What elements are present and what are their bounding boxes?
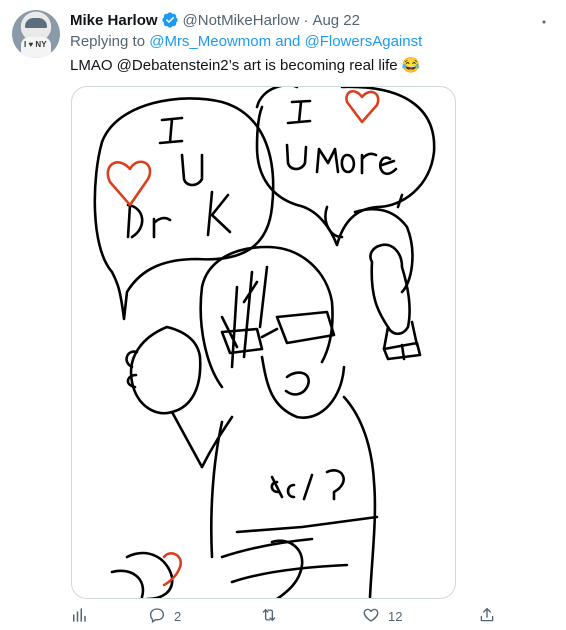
word-more [315,147,398,176]
analytics-icon [70,606,88,627]
tweet-actions: 2 12 [70,606,500,626]
face-outline [260,355,346,419]
avatar-shirt-text: I ♥ NY [24,40,47,49]
letter-r-left [152,216,172,239]
reply-icon [148,606,166,627]
retweet-button[interactable] [260,606,286,626]
left-speech-bubble [93,97,275,321]
letter-d-left [126,203,144,239]
replying-to-line: Replying to @Mrs_Meowmom and @FlowersAga… [70,33,422,50]
reply-button[interactable]: 2 [148,606,181,626]
author-name[interactable]: Mike Harlow [70,12,158,29]
author-avatar[interactable]: I ♥ NY [12,10,60,58]
analytics-button[interactable] [70,606,88,626]
heart-icon [362,606,380,627]
bottom-left-scribble [110,551,174,598]
share-icon [478,606,496,627]
tweet-text: LMAO @Debatenstein2’s art is becoming re… [70,57,421,74]
percent-mark [270,469,345,501]
tweet-header: Mike Harlow @NotMikeHarlow · Aug 22 [70,10,360,30]
heart-right [345,89,380,124]
retweet-icon [260,606,278,627]
cat-head [324,205,414,294]
tweet-date[interactable]: Aug 22 [312,12,360,29]
like-button[interactable]: 12 [362,606,402,626]
header-separator: · [303,11,309,29]
body-outline [200,395,377,598]
letter-i-left [158,116,184,145]
share-button[interactable] [478,606,496,626]
letter-u-right [285,143,308,171]
tweet-image[interactable] [71,86,456,599]
verified-badge-icon [161,11,179,29]
reply-count: 2 [174,608,182,624]
letter-i-right [286,99,312,125]
like-count: 12 [388,608,403,624]
more-horizontal-icon[interactable] [534,12,554,32]
avatar-hat [25,18,47,28]
heart-bottom [162,552,182,587]
left-arm [129,325,204,469]
right-speech-bubble [255,87,436,247]
doodle-drawing [93,87,436,598]
right-figure [369,243,419,351]
letter-k-left [206,190,232,237]
letter-u-left [180,153,204,187]
author-handle[interactable]: @NotMikeHarlow [183,12,300,29]
mouth [284,371,310,396]
right-figure-hand [382,341,422,361]
glasses [220,310,336,355]
replying-to-label: Replying to [70,33,150,50]
replying-to-mentions[interactable]: @Mrs_Meowmom and @FlowersAgainst [149,33,422,50]
heart-left [106,160,152,207]
